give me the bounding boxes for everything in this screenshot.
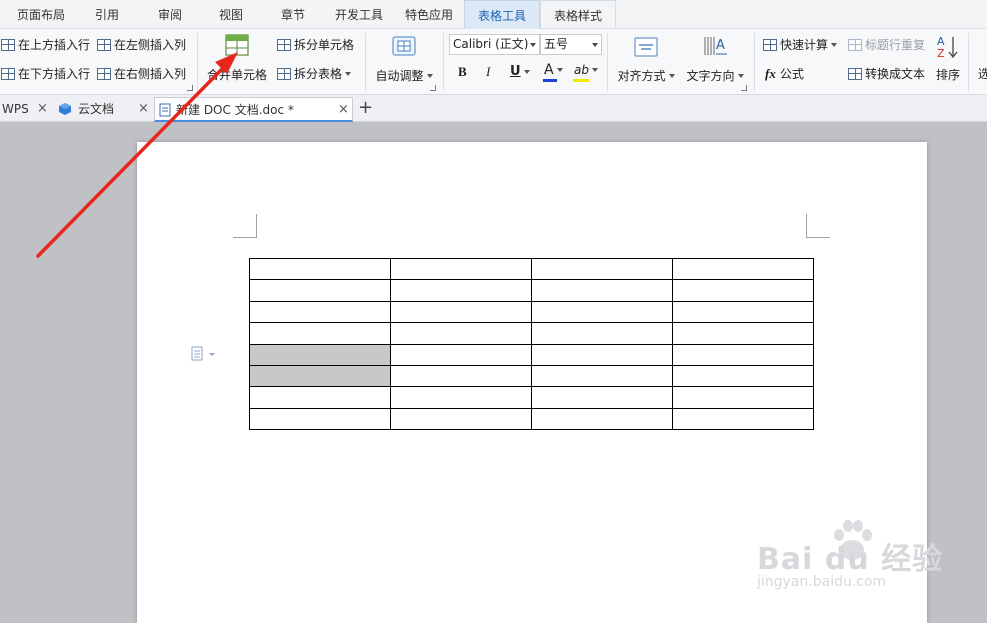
annotation-arrow [36, 52, 238, 258]
